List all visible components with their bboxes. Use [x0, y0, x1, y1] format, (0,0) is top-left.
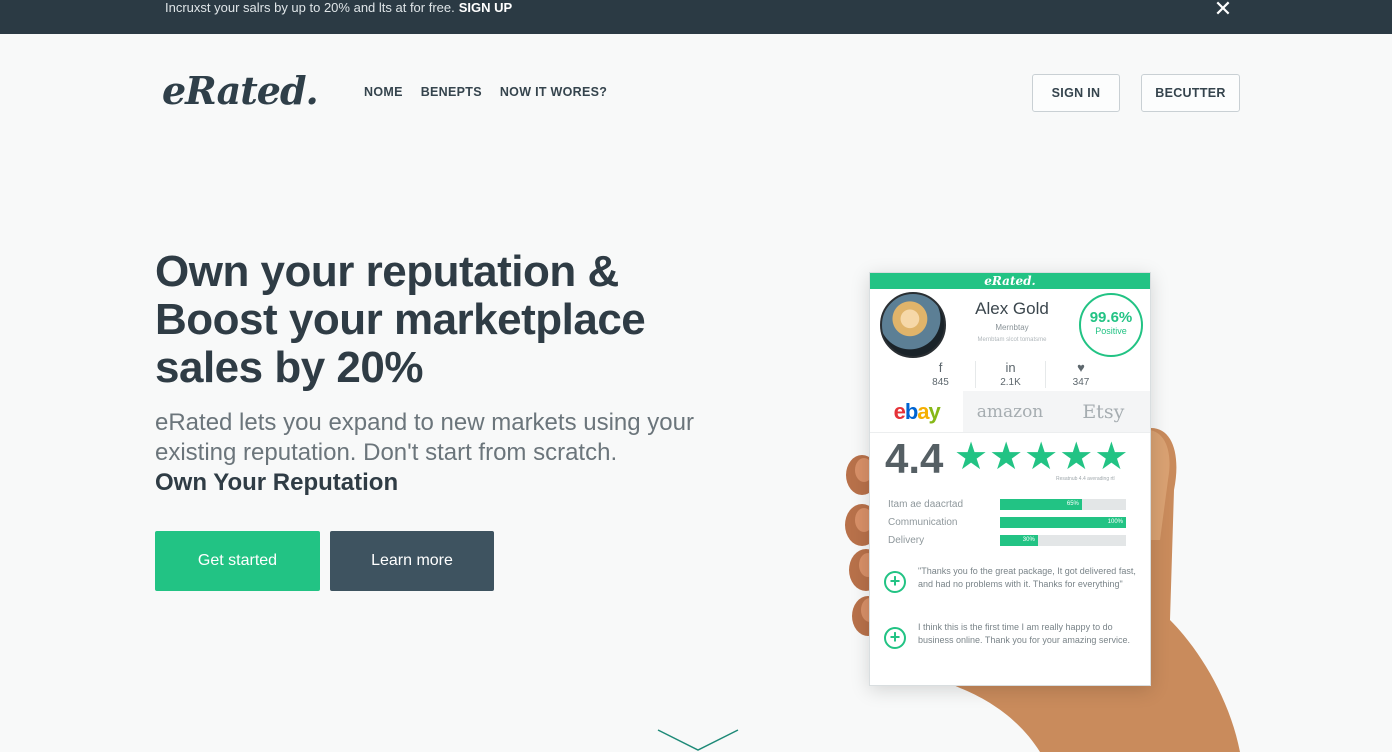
learn-more-button[interactable]: Learn more: [330, 531, 494, 591]
heart-count: 347: [1072, 377, 1090, 388]
metric-fill: 65%: [1000, 498, 1082, 510]
tab-etsy[interactable]: Etsy: [1056, 391, 1150, 432]
star-icon: ★: [1059, 436, 1094, 478]
metric-bar: 100%: [1000, 516, 1126, 528]
promo-banner: Incruxst your salrs by up to 20% and lts…: [0, 0, 1392, 34]
heart-icon: ♥: [1077, 360, 1085, 375]
plus-circle-icon: +: [884, 571, 906, 593]
hero-subtitle: eRated lets you expand to new markets us…: [155, 408, 715, 468]
logo[interactable]: eRated.: [162, 68, 319, 113]
metric-label: Delivery: [888, 534, 925, 546]
promo-banner-text: Incruxst your salrs by up to 20% and lts…: [165, 0, 512, 16]
hero-title: Own your reputation & Boost your marketp…: [155, 248, 715, 392]
metric-row: Itam ae daacrtad 65%: [888, 495, 1128, 513]
social-stats: f 845 in 2.1K ♥ 347: [906, 361, 1136, 388]
get-started-button[interactable]: Get started: [155, 531, 320, 591]
scroll-down-chevron-icon[interactable]: [656, 728, 740, 752]
linkedin-icon: in: [1005, 360, 1016, 375]
score-value: 99.6%: [1089, 309, 1133, 326]
star-rating: ★ ★ ★ ★ ★: [954, 437, 1128, 477]
metric-bar: 30%: [1000, 534, 1126, 546]
hero-title-line: Own your reputation &: [155, 247, 619, 296]
positive-score-badge: 99.6% Positive: [1079, 293, 1143, 357]
profile-since: Mernbtam slcot tomatsme: [977, 337, 1047, 343]
metric-label: Itam ae daacrtad: [888, 498, 964, 510]
register-button[interactable]: BECUTTER: [1141, 74, 1240, 112]
rating-caption: Resatnub 4.4 averading rtl: [1056, 476, 1115, 482]
tab-amazon[interactable]: amazon: [963, 391, 1057, 432]
heart-stat[interactable]: ♥ 347: [1046, 360, 1116, 389]
hero-subtitle-line: existing reputation. Don't start from sc…: [155, 439, 618, 466]
tab-ebay[interactable]: ebay: [870, 391, 964, 432]
review-item: + "Thanks you fo the great package, It g…: [884, 565, 1139, 593]
nav-item-how-it-works[interactable]: NOW IT WORES?: [500, 85, 607, 99]
metric-row: Communication 100%: [888, 513, 1128, 531]
metric-fill: 100%: [1000, 516, 1126, 528]
linkedin-count: 2.1K: [1000, 377, 1021, 388]
hero-title-line: Boost your marketplace: [155, 295, 646, 344]
facebook-icon: f: [938, 360, 943, 375]
metric-list: Itam ae daacrtad 65% Communication 100% …: [888, 495, 1128, 549]
facebook-count: 845: [932, 377, 949, 388]
metric-bar: 65%: [1000, 498, 1126, 510]
star-icon: ★: [989, 436, 1024, 478]
profile-name: Alex Gold: [975, 299, 1049, 318]
review-text: "Thanks you fo the great package, It got…: [918, 566, 1136, 589]
close-icon[interactable]: ✕: [1212, 0, 1234, 22]
sign-in-button[interactable]: SIGN IN: [1032, 74, 1120, 112]
star-icon: ★: [954, 436, 989, 478]
nav-item-home[interactable]: NOME: [364, 85, 403, 99]
reputation-card: eRated. Alex Gold Mernbtay Mernbtam slco…: [869, 272, 1151, 686]
promo-signup-link[interactable]: SIGN UP: [459, 0, 512, 15]
linkedin-stat[interactable]: in 2.1K: [976, 361, 1046, 388]
hero-title-line: sales by 20%: [155, 343, 423, 392]
ebay-logo: ebay: [893, 398, 941, 424]
facebook-stat[interactable]: f 845: [906, 361, 976, 388]
metric-label: Communication: [888, 516, 958, 528]
avatar: [880, 292, 946, 358]
card-header-logo: eRated.: [870, 273, 1150, 289]
nav-item-benefits[interactable]: BENEPTS: [421, 85, 482, 99]
main-nav: NOME BENEPTS NOW IT WORES?: [364, 85, 625, 99]
promo-banner-message: Incruxst your salrs by up to 20% and lts…: [165, 0, 455, 15]
review-item: + I think this is the first time I am re…: [884, 621, 1139, 649]
score-label: Positive: [1095, 326, 1127, 336]
review-text: I think this is the first time I am real…: [918, 622, 1130, 645]
metric-fill: 30%: [1000, 534, 1038, 546]
plus-circle-icon: +: [884, 627, 906, 649]
star-icon: ★: [1094, 436, 1129, 478]
rating-value: 4.4: [885, 435, 944, 482]
star-icon: ★: [1024, 436, 1059, 478]
hero-tagline: Own Your Reputation: [155, 469, 399, 496]
profile-subtitle: Mernbtay: [995, 323, 1029, 332]
metric-row: Delivery 30%: [888, 531, 1128, 549]
hero-subtitle-line: eRated lets you expand to new markets us…: [155, 409, 694, 436]
marketplace-tabs: ebay amazon Etsy: [870, 391, 1150, 433]
